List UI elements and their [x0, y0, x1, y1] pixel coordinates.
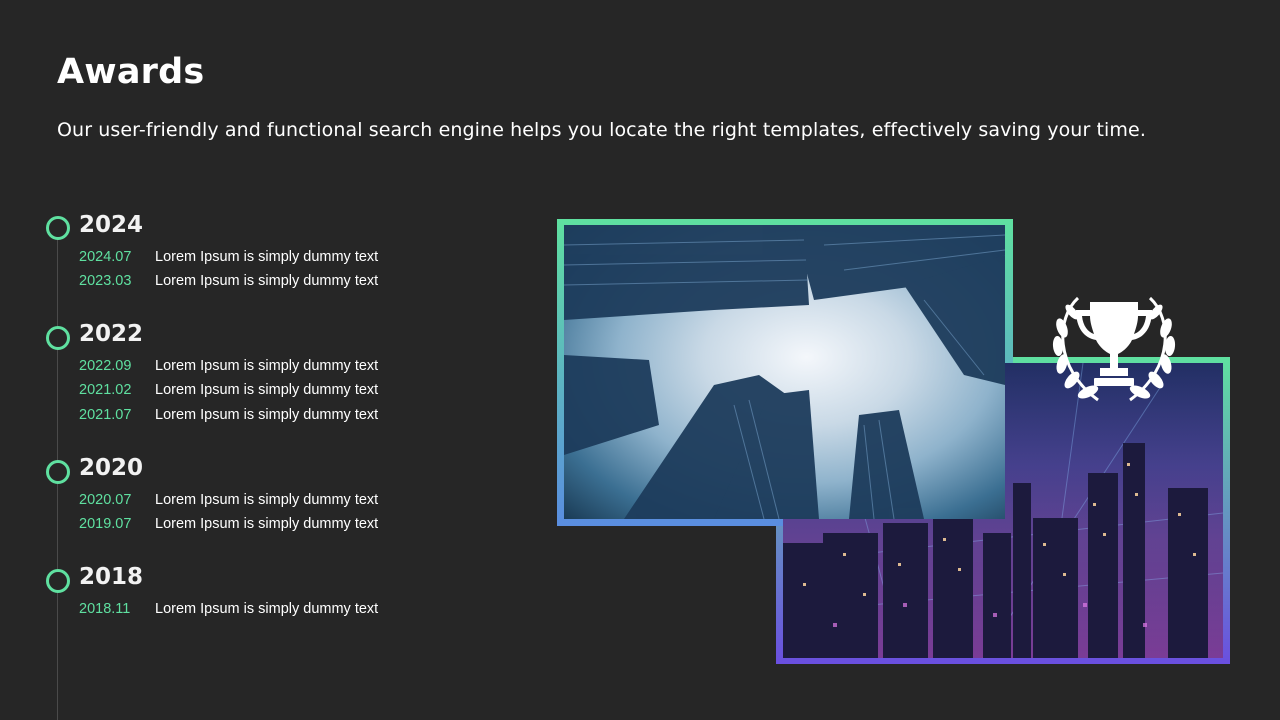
- skyscrapers-image: [564, 225, 1005, 519]
- timeline-year: 2020: [79, 455, 144, 481]
- timeline-node: [46, 569, 70, 593]
- timeline-entry: 2020.07 Lorem Ipsum is simply dummy text: [79, 492, 378, 508]
- entry-text: Lorem Ipsum is simply dummy text: [155, 273, 379, 289]
- entry-text: Lorem Ipsum is simply dummy text: [155, 249, 379, 265]
- timeline-entry: 2019.07 Lorem Ipsum is simply dummy text: [79, 516, 378, 532]
- timeline-entry: 2022.09 Lorem Ipsum is simply dummy text: [79, 358, 378, 374]
- timeline-node: [46, 216, 70, 240]
- entry-date: 2019.07: [79, 516, 132, 532]
- timeline-entry: 2018.11 Lorem Ipsum is simply dummy text: [79, 601, 378, 617]
- timeline-year: 2022: [79, 321, 144, 347]
- entry-date: 2024.07: [79, 249, 132, 265]
- entry-date: 2020.07: [79, 492, 132, 508]
- skyscrapers-illustration: [564, 225, 1005, 519]
- entry-text: Lorem Ipsum is simply dummy text: [155, 516, 379, 532]
- entry-date: 2023.03: [79, 273, 132, 289]
- entry-text: Lorem Ipsum is simply dummy text: [155, 358, 379, 374]
- timeline-entry: 2023.03 Lorem Ipsum is simply dummy text: [79, 273, 378, 289]
- page-title: Awards: [57, 52, 205, 92]
- timeline-node: [46, 326, 70, 350]
- timeline-node: [46, 460, 70, 484]
- timeline-year: 2018: [79, 564, 144, 590]
- entry-date: 2021.02: [79, 382, 132, 398]
- timeline-entry: 2021.07 Lorem Ipsum is simply dummy text: [79, 407, 378, 423]
- entry-text: Lorem Ipsum is simply dummy text: [155, 492, 379, 508]
- entry-text: Lorem Ipsum is simply dummy text: [155, 407, 379, 423]
- trophy-laurel-icon: [1048, 288, 1180, 414]
- entry-date: 2018.11: [79, 601, 131, 617]
- timeline-entry: 2024.07 Lorem Ipsum is simply dummy text: [79, 249, 378, 265]
- timeline-entry: 2021.02 Lorem Ipsum is simply dummy text: [79, 382, 378, 398]
- timeline-year: 2024: [79, 212, 144, 238]
- entry-text: Lorem Ipsum is simply dummy text: [155, 382, 379, 398]
- entry-date: 2021.07: [79, 407, 132, 423]
- entry-text: Lorem Ipsum is simply dummy text: [155, 601, 379, 617]
- page-subtitle: Our user-friendly and functional search …: [57, 119, 1146, 141]
- entry-date: 2022.09: [79, 358, 132, 374]
